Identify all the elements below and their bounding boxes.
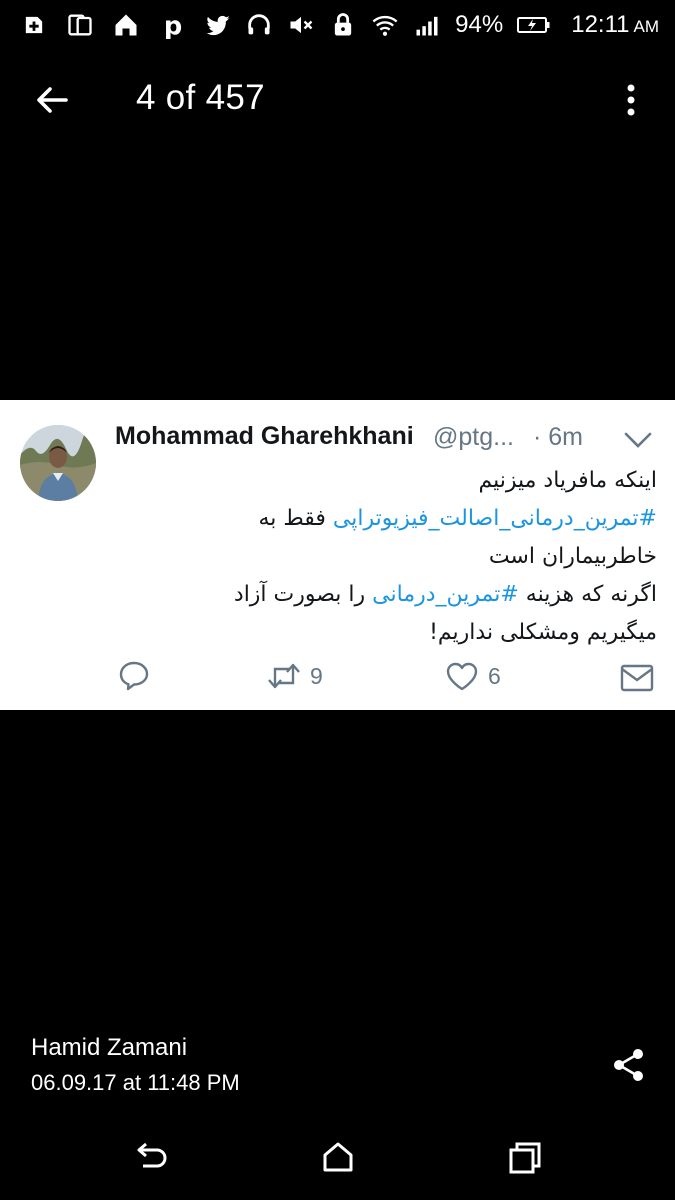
wifi-icon [371,11,399,39]
twitter-icon [204,11,232,39]
line-text: خاطربیماران است [488,544,657,569]
status-bar: p 94% 12:11 AM [0,0,675,50]
back-button[interactable] [32,80,72,120]
tweet-line: میگیریم ومشکلی نداریم! [200,614,657,652]
nav-home-button[interactable] [318,1138,358,1178]
line-text: اینکه مافریاد میزنیم [478,468,657,493]
status-clock: 12:11 AM [571,11,659,39]
sharer-name: Hamid Zamani [31,1034,188,1061]
tweet-card[interactable]: Mohammad Gharehkhani @ptg... · 6m اینکه … [0,400,675,710]
notification-icons: p [0,11,232,39]
reply-button[interactable] [116,658,152,694]
avatar[interactable] [20,425,96,501]
author-name[interactable]: Mohammad Gharehkhani [115,422,414,451]
tweet-line: خاطربیماران است [200,538,657,576]
share-icon [614,1049,643,1081]
page-title: 4 of 457 [136,78,265,117]
chevron-down-icon [624,432,652,448]
volume-mute-icon [287,11,315,39]
envelope-icon [620,664,654,692]
home-app-icon [112,11,140,39]
like-button[interactable]: 6 [444,658,501,694]
direct-message-button[interactable] [619,660,655,696]
tweet-line: اینکه مافریاد میزنیم [200,462,657,500]
clock-ampm: AM [633,17,660,36]
reply-icon [119,661,149,691]
author-handle[interactable]: @ptg... [433,423,514,452]
tweet-text: اینکه مافریاد میزنیم #تمرین_درمانی_اصالت… [200,462,657,652]
line-text: میگیریم ومشکلی نداریم! [429,620,657,645]
cell-signal-icon [413,11,441,39]
system-icons: 94% 12:11 AM [245,11,675,39]
retweet-count: 9 [310,662,323,689]
undo-back-icon [137,1142,167,1168]
share-button[interactable] [610,1046,648,1084]
nav-recents-button[interactable] [505,1138,545,1178]
overflow-menu-button[interactable] [619,80,643,120]
pinterest-icon: p [158,11,186,39]
recent-apps-icon [509,1142,541,1174]
clock-time: 12:11 [571,11,630,38]
line-text: اگرنه که هزینه [518,582,657,607]
retweet-button[interactable]: 9 [266,658,323,694]
dual-screen-icon [66,11,94,39]
tweet-line: اگرنه که هزینه #تمرین_درمانی را بصورت آز… [200,576,657,614]
line-text: را بصورت آزاد [233,582,373,607]
nav-back-button[interactable] [131,1138,171,1178]
hashtag-link[interactable]: #تمرین_درمانی [372,582,519,607]
system-navigation-bar [0,1130,675,1200]
arrow-back-icon [37,87,68,113]
battery-charging-icon [517,11,551,39]
media-viewer-screen: p 94% 12:11 AM 4 of 457 Mohammad Gharehk… [0,0,675,1200]
add-box-icon [20,11,48,39]
lock-icon [329,11,357,39]
tweet-options-button[interactable] [623,428,653,452]
shared-date: 06.09.17 at 11:48 PM [31,1070,240,1095]
tweet-header: Mohammad Gharehkhani @ptg... · 6m [115,422,655,456]
tweet-line: #تمرین_درمانی_اصالت_فیزیوتراپی فقط به [200,500,657,538]
more-vert-icon [627,84,635,116]
like-count: 6 [488,662,501,689]
svg-text:p: p [164,11,182,39]
home-icon [323,1142,353,1172]
heart-icon [446,662,478,691]
tweet-timestamp[interactable]: · 6m [533,423,583,452]
retweet-icon [268,663,300,689]
headset-icon [245,11,273,39]
line-text: فقط به [258,506,333,531]
top-app-bar: 4 of 457 [0,60,675,140]
battery-percentage: 94% [455,11,504,38]
hashtag-link[interactable]: #تمرین_درمانی_اصالت_فیزیوتراپی [333,506,657,531]
